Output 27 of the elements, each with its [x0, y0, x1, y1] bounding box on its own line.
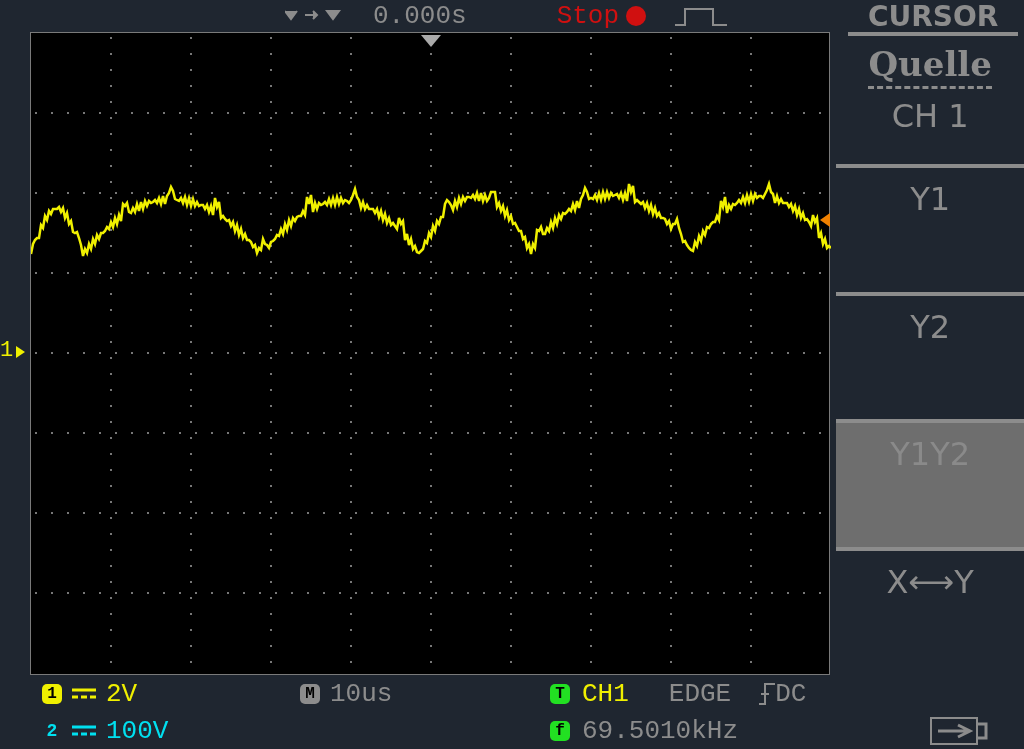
trigger-level-icon [819, 213, 830, 227]
source-menu-item[interactable]: Quelle CH 1 [836, 36, 1024, 164]
channel-marker: 1 [0, 338, 14, 363]
trigger-badge: T [550, 683, 570, 704]
rising-edge-icon [759, 682, 776, 705]
channel-number: 2 [45, 720, 59, 741]
dc-icon [72, 724, 96, 737]
trigger-coupling: DC [775, 678, 807, 709]
trigger-position: 0.000s [373, 1, 467, 31]
ch1-scale: 2V [106, 678, 138, 709]
menu-item[interactable]: Y1 [836, 163, 1024, 292]
menu-title: CURSOR [848, 0, 1018, 36]
channel-badge: 1 [42, 683, 62, 704]
marker-arrow-icon [16, 346, 26, 358]
trigger-marker-icon [420, 35, 441, 47]
dc-icon [72, 687, 96, 700]
menu-item[interactable]: X⟷Y [836, 547, 1024, 675]
frequency: 69.5010kHz [582, 715, 739, 746]
frequency-badge: f [550, 720, 570, 741]
trigger-type: EDGE [668, 678, 732, 709]
timebase: 10us [330, 678, 393, 709]
trigger-source: CH1 [582, 678, 629, 709]
run-state: Stop [556, 1, 620, 31]
ch2-scale: 100V [106, 715, 169, 746]
stop-dot-icon [625, 5, 648, 27]
usb-icon [930, 716, 990, 745]
timebase-badge: M [300, 683, 320, 704]
